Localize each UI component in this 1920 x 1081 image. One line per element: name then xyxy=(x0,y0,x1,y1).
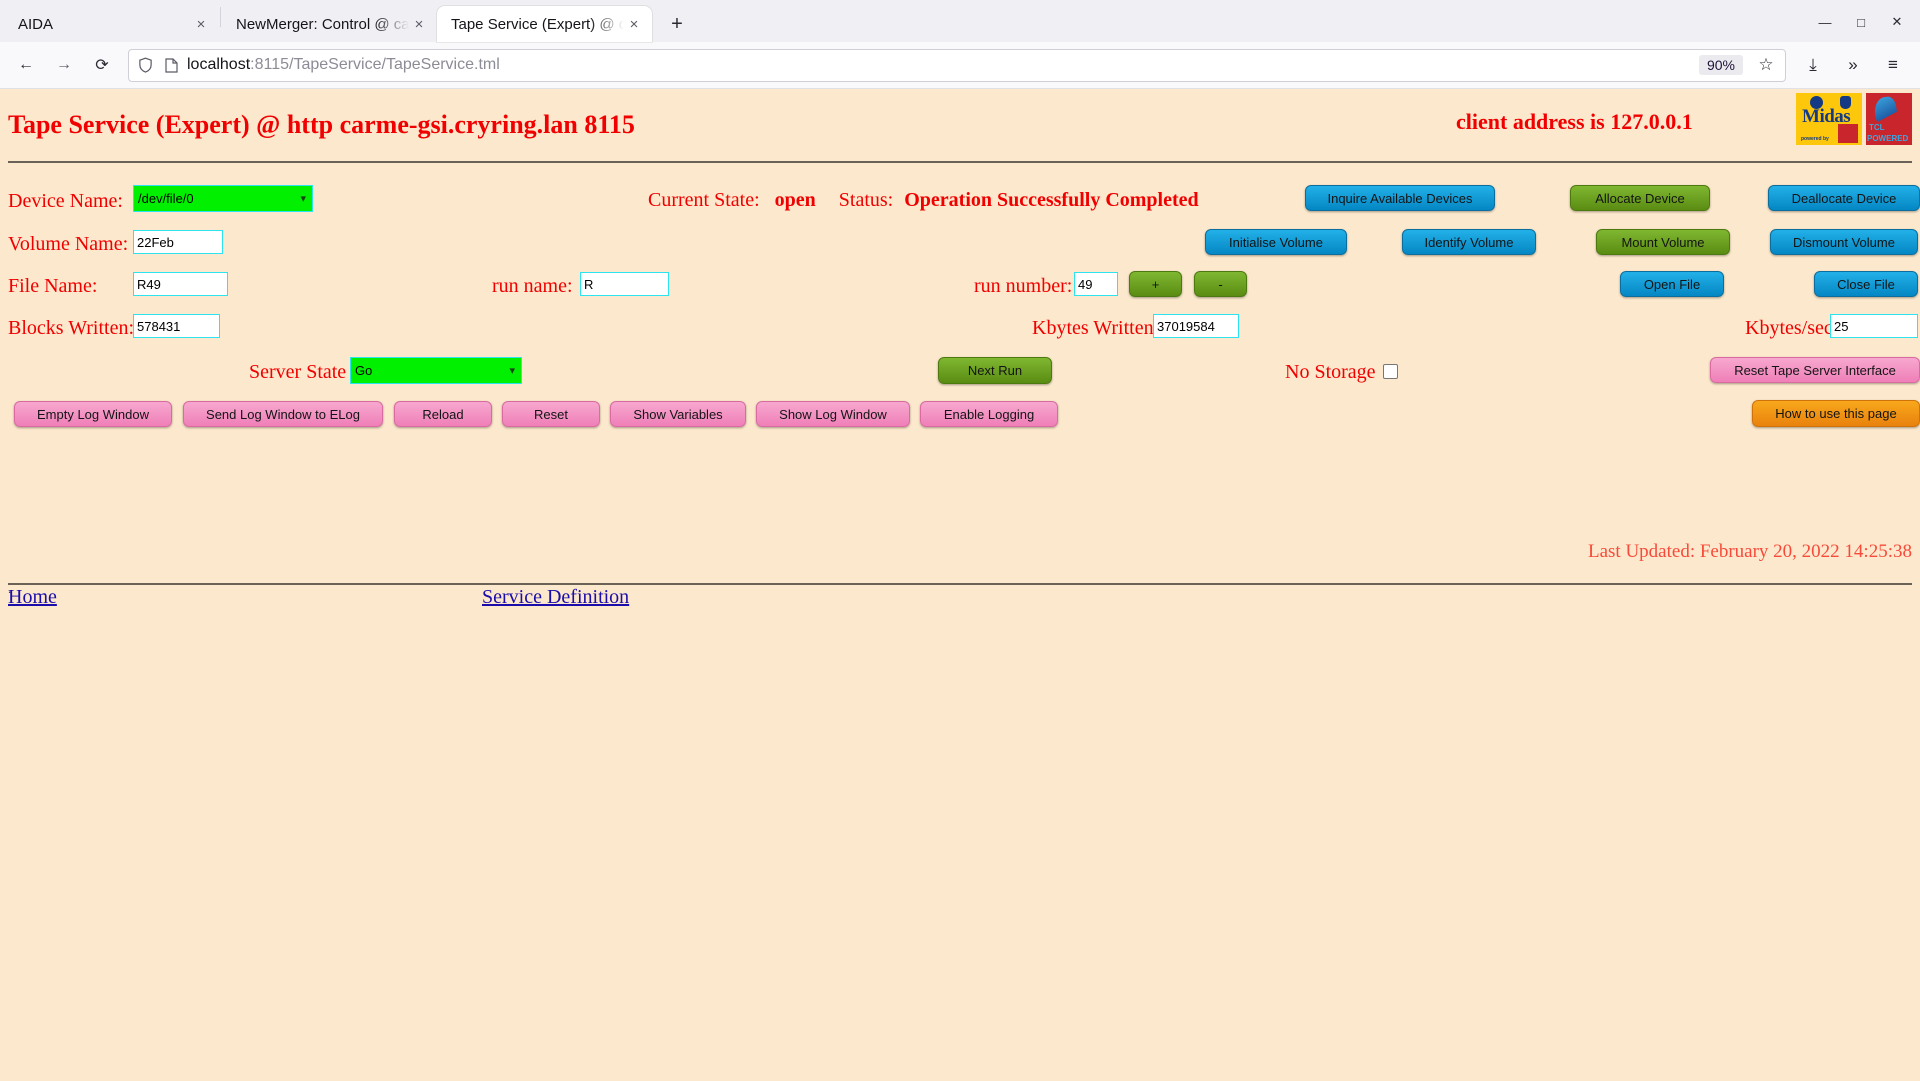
send-log-window-to-elog-button[interactable]: Send Log Window to ELog xyxy=(183,401,383,427)
page-document-icon xyxy=(161,55,181,75)
run-number-label: run number: xyxy=(974,275,1072,298)
current-state-label: Current State: xyxy=(648,189,760,211)
reset-tape-server-interface-button[interactable]: Reset Tape Server Interface xyxy=(1710,357,1920,383)
current-state-value: open xyxy=(775,189,816,211)
run-number-increment-button[interactable]: + xyxy=(1129,271,1182,297)
download-icon[interactable]: ⤓ xyxy=(1794,49,1832,81)
browser-tab-1[interactable]: AIDA × xyxy=(4,6,219,42)
volume-name-input[interactable] xyxy=(133,230,223,254)
dismount-volume-button[interactable]: Dismount Volume xyxy=(1770,229,1918,255)
footer-divider xyxy=(8,583,1912,585)
tape-service-page: Tape Service (Expert) @ http carme-gsi.c… xyxy=(0,89,1920,1081)
close-icon[interactable]: × xyxy=(409,14,429,34)
how-to-use-this-page-button[interactable]: How to use this page xyxy=(1752,400,1920,427)
shield-icon xyxy=(135,55,155,75)
run-number-decrement-button[interactable]: - xyxy=(1194,271,1247,297)
kbytes-sec-label: Kbytes/sec: xyxy=(1745,317,1838,340)
status-line: Current State: open Status: Operation Su… xyxy=(648,189,1199,212)
control-form: Device Name: /dev/file/0 ▾ Current State… xyxy=(8,163,1912,473)
forward-icon[interactable]: → xyxy=(46,49,82,81)
midas-tcl-mark xyxy=(1838,124,1858,143)
tab-title: Tape Service (Expert) @ carm xyxy=(451,16,624,33)
tab-title: NewMerger: Control @ carme xyxy=(236,16,409,33)
empty-log-window-button[interactable]: Empty Log Window xyxy=(14,401,172,427)
page-title: Tape Service (Expert) @ http carme-gsi.c… xyxy=(8,110,635,140)
last-updated-text: Last Updated: February 20, 2022 14:25:38 xyxy=(1588,541,1912,563)
volume-name-label: Volume Name: xyxy=(8,233,128,256)
navigation-toolbar: ← → ⟳ localhost:8115/TapeService/TapeSer… xyxy=(0,42,1920,89)
overflow-chevron-icon[interactable]: » xyxy=(1834,49,1872,81)
blocks-written-label: Blocks Written: xyxy=(8,317,134,340)
tcl-powered-logo: TCL POWERED xyxy=(1866,93,1912,145)
zoom-level-badge[interactable]: 90% xyxy=(1699,55,1743,75)
page-header: Tape Service (Expert) @ http carme-gsi.c… xyxy=(8,89,1912,161)
kbytes-written-label: Kbytes Written: xyxy=(1032,317,1159,340)
tcl-label: TCL xyxy=(1869,123,1885,132)
blocks-written-input[interactable] xyxy=(133,314,220,338)
home-link[interactable]: Home xyxy=(8,586,57,609)
browser-chrome: AIDA × NewMerger: Control @ carme × Tape… xyxy=(0,0,1920,89)
browser-tab-3[interactable]: Tape Service (Expert) @ carm × xyxy=(437,6,652,42)
midas-powered-by: powered by xyxy=(1801,136,1829,142)
run-number-input[interactable] xyxy=(1074,272,1118,296)
run-name-label: run name: xyxy=(492,275,573,298)
show-variables-button[interactable]: Show Variables xyxy=(610,401,746,427)
midas-logo: Midas powered by xyxy=(1796,93,1862,145)
reload-button[interactable]: Reload xyxy=(394,401,492,427)
logo-group: Midas powered by TCL POWERED xyxy=(1796,93,1912,145)
close-icon[interactable]: × xyxy=(191,14,211,34)
close-file-button[interactable]: Close File xyxy=(1814,271,1918,297)
tab-separator xyxy=(220,7,221,27)
next-run-button[interactable]: Next Run xyxy=(938,357,1052,384)
reload-icon[interactable]: ⟳ xyxy=(84,49,120,81)
no-storage-checkbox[interactable] xyxy=(1383,364,1398,379)
mount-volume-button[interactable]: Mount Volume xyxy=(1596,229,1730,255)
address-bar[interactable]: localhost:8115/TapeService/TapeService.t… xyxy=(128,49,1786,82)
status-value: Operation Successfully Completed xyxy=(904,189,1198,211)
reset-button[interactable]: Reset xyxy=(502,401,600,427)
inquire-available-devices-button[interactable]: Inquire Available Devices xyxy=(1305,185,1495,211)
kbytes-sec-input[interactable] xyxy=(1830,314,1918,338)
bookmark-star-icon[interactable]: ☆ xyxy=(1753,52,1779,78)
server-state-select[interactable]: Go xyxy=(350,357,522,384)
enable-logging-button[interactable]: Enable Logging xyxy=(920,401,1058,427)
service-definition-link[interactable]: Service Definition xyxy=(482,586,629,609)
identify-volume-button[interactable]: Identify Volume xyxy=(1402,229,1536,255)
tab-strip: AIDA × NewMerger: Control @ carme × Tape… xyxy=(0,0,1920,42)
status-label: Status: xyxy=(839,189,893,211)
allocate-device-button[interactable]: Allocate Device xyxy=(1570,185,1710,211)
window-controls: — □ ✕ xyxy=(1808,7,1914,37)
server-state-label: Server State xyxy=(249,361,346,384)
server-state-select-wrap: Go ▾ xyxy=(350,357,522,384)
maximize-icon[interactable]: □ xyxy=(1844,7,1878,37)
client-address: client address is 127.0.0.1 xyxy=(1456,109,1693,135)
tab-title: AIDA xyxy=(18,16,191,33)
back-icon[interactable]: ← xyxy=(8,49,44,81)
close-icon[interactable]: × xyxy=(624,14,644,34)
browser-tab-2[interactable]: NewMerger: Control @ carme × xyxy=(222,6,437,42)
no-storage-label: No Storage xyxy=(1285,361,1376,384)
initialise-volume-button[interactable]: Initialise Volume xyxy=(1205,229,1347,255)
url-text: localhost:8115/TapeService/TapeService.t… xyxy=(187,56,1693,74)
run-name-input[interactable] xyxy=(580,272,669,296)
hamburger-menu-icon[interactable]: ≡ xyxy=(1874,49,1912,81)
file-name-input[interactable] xyxy=(133,272,228,296)
file-name-label: File Name: xyxy=(8,275,97,298)
close-window-icon[interactable]: ✕ xyxy=(1880,7,1914,37)
device-name-select[interactable]: /dev/file/0 xyxy=(133,185,313,212)
show-log-window-button[interactable]: Show Log Window xyxy=(756,401,910,427)
device-name-label: Device Name: xyxy=(8,190,123,213)
new-tab-button[interactable]: + xyxy=(662,9,692,39)
deallocate-device-button[interactable]: Deallocate Device xyxy=(1768,185,1920,211)
device-name-select-wrap: /dev/file/0 ▾ xyxy=(133,185,313,212)
tcl-powered-label: POWERED xyxy=(1867,134,1908,143)
minimize-icon[interactable]: — xyxy=(1808,7,1842,37)
open-file-button[interactable]: Open File xyxy=(1620,271,1724,297)
kbytes-written-input[interactable] xyxy=(1153,314,1239,338)
